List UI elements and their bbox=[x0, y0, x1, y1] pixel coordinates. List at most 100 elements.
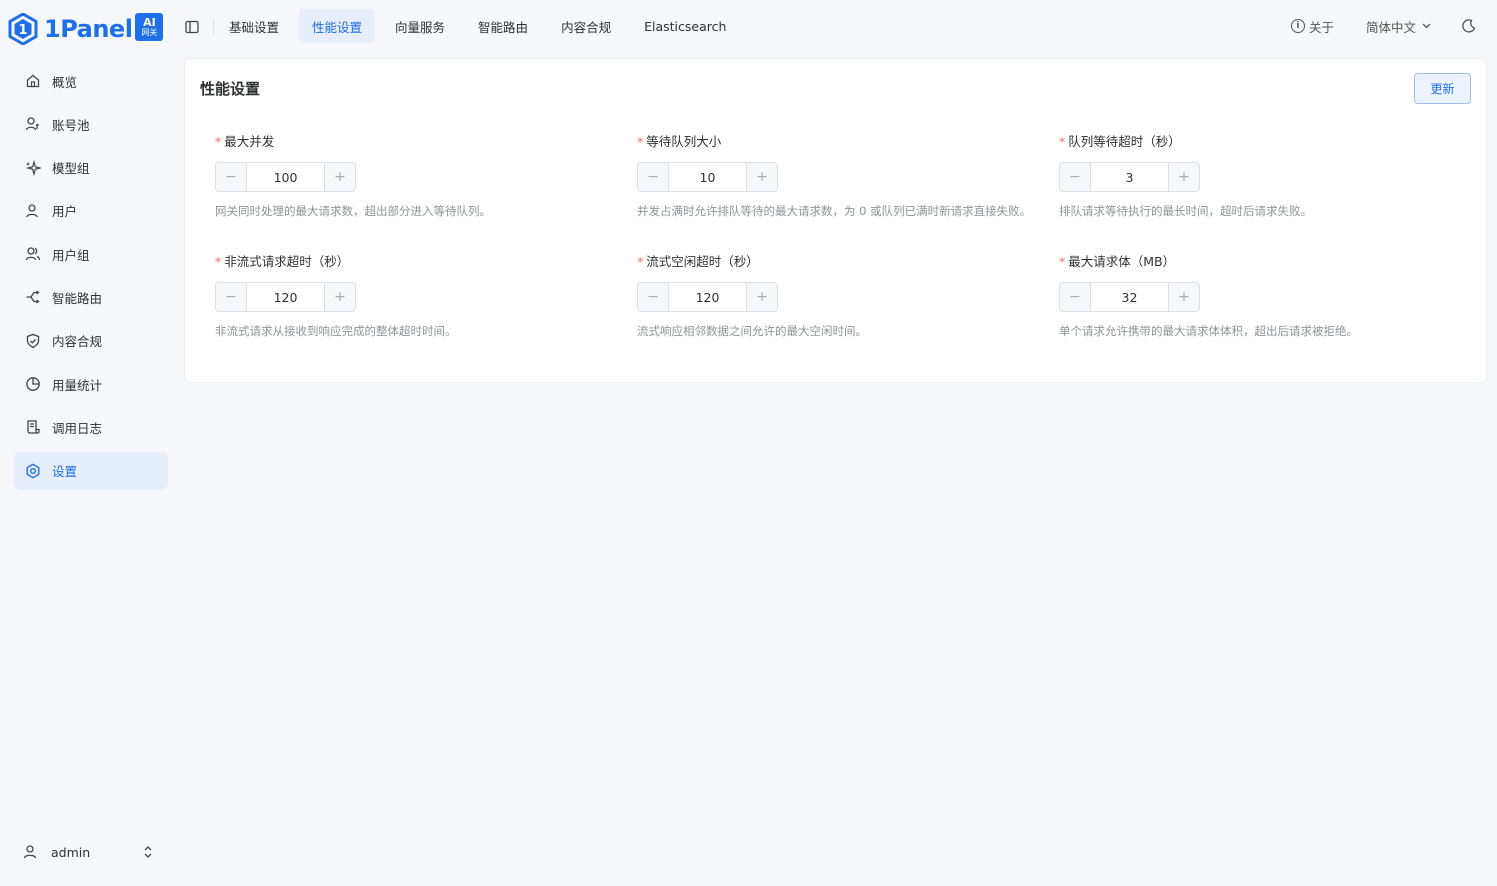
stepper-value[interactable]: 120 bbox=[669, 290, 746, 305]
max-concurrency-stepper[interactable]: − 100 + bbox=[215, 162, 356, 192]
sidebar-nav: 概览 账号池 模型组 用户 用户组 智能路由 内容合规 用量统计 调用日志 设置 bbox=[14, 62, 168, 495]
required-mark: * bbox=[215, 254, 222, 269]
field-max-request-body: * 最大请求体（MB） − 32 + 单个请求允许携带的最大请求体体积，超出后请求… bbox=[1059, 254, 1459, 340]
field-help-text: 并发占满时允许排队等待的最大请求数，为 0 或队列已满时新请求直接失败。 bbox=[637, 204, 1032, 218]
field-label: * 队列等待超时（秒） bbox=[1059, 134, 1459, 150]
language-select[interactable]: 简体中文 bbox=[1366, 17, 1431, 36]
tab-vector-service[interactable]: 向量服务 bbox=[382, 9, 458, 43]
field-label: * 最大并发 bbox=[215, 134, 615, 150]
user-avatar-icon bbox=[22, 844, 38, 860]
field-label-text: 最大请求体（MB） bbox=[1068, 254, 1176, 269]
stepper-value[interactable]: 10 bbox=[669, 170, 746, 185]
header-divider bbox=[213, 19, 214, 35]
sidebar-item-label: 账号池 bbox=[52, 117, 90, 133]
field-label-text: 最大并发 bbox=[224, 134, 275, 149]
user-name: admin bbox=[51, 844, 91, 860]
svg-text:1: 1 bbox=[18, 23, 27, 38]
queue-size-stepper[interactable]: − 10 + bbox=[637, 162, 778, 192]
queue-timeout-stepper[interactable]: − 3 + bbox=[1059, 162, 1200, 192]
increment-button[interactable]: + bbox=[1168, 163, 1199, 191]
users-icon bbox=[25, 246, 41, 262]
tab-content-compliance[interactable]: 内容合规 bbox=[548, 9, 624, 43]
home-icon bbox=[25, 73, 41, 89]
stepper-value[interactable]: 32 bbox=[1091, 290, 1168, 305]
language-label: 简体中文 bbox=[1365, 19, 1416, 35]
sidebar-item-label: 智能路由 bbox=[52, 290, 103, 306]
sidebar-item-label: 模型组 bbox=[52, 161, 90, 177]
user-menu[interactable]: admin bbox=[14, 834, 154, 870]
sidebar-item-content-compliance[interactable]: 内容合规 bbox=[14, 322, 168, 360]
update-button[interactable]: 更新 bbox=[1414, 73, 1471, 104]
sidebar-item-settings[interactable]: 设置 bbox=[14, 451, 168, 490]
field-label-text: 非流式请求超时（秒） bbox=[224, 254, 350, 269]
sidebar-item-model-group[interactable]: 模型组 bbox=[14, 149, 168, 187]
sidebar-item-account-pool[interactable]: 账号池 bbox=[14, 105, 168, 143]
field-label: * 等待队列大小 bbox=[637, 134, 1037, 150]
sparkles-icon bbox=[25, 159, 41, 176]
increment-button[interactable]: + bbox=[324, 283, 355, 311]
sidebar-item-smart-routing[interactable]: 智能路由 bbox=[14, 278, 168, 316]
pie-chart-icon bbox=[25, 376, 41, 392]
sidebar-item-label: 用量统计 bbox=[52, 377, 103, 393]
decrement-button[interactable]: − bbox=[638, 283, 669, 311]
sidebar-item-user-groups[interactable]: 用户组 bbox=[14, 235, 168, 273]
sidebar-item-label: 用户 bbox=[52, 204, 78, 220]
increment-button[interactable]: + bbox=[746, 163, 777, 191]
field-label-text: 流式空闲超时（秒） bbox=[646, 254, 759, 269]
sidebar-toggle-icon[interactable] bbox=[183, 18, 201, 36]
tab-basic-settings[interactable]: 基础设置 bbox=[216, 9, 292, 43]
sidebar-item-call-logs[interactable]: 调用日志 bbox=[14, 408, 168, 446]
increment-button[interactable]: + bbox=[1168, 283, 1199, 311]
decrement-button[interactable]: − bbox=[1060, 283, 1091, 311]
decrement-button[interactable]: − bbox=[216, 163, 247, 191]
sidebar-item-label: 调用日志 bbox=[52, 420, 103, 436]
increment-button[interactable]: + bbox=[746, 283, 777, 311]
gear-icon bbox=[25, 463, 41, 479]
field-label: * 最大请求体（MB） bbox=[1059, 254, 1459, 270]
stepper-value[interactable]: 120 bbox=[247, 290, 324, 305]
shield-check-icon bbox=[25, 333, 41, 349]
sidebar-item-overview[interactable]: 概览 bbox=[14, 62, 168, 100]
max-request-body-stepper[interactable]: − 32 + bbox=[1059, 282, 1200, 312]
brand-logo[interactable]: 1 1Panel AI 网关 bbox=[8, 11, 164, 47]
logo-hexagon-icon: 1 bbox=[8, 12, 38, 46]
decrement-button[interactable]: − bbox=[1060, 163, 1091, 191]
stepper-value[interactable]: 3 bbox=[1091, 170, 1168, 185]
field-label-text: 等待队列大小 bbox=[646, 134, 722, 149]
decrement-button[interactable]: − bbox=[216, 283, 247, 311]
sidebar-item-label: 概览 bbox=[52, 74, 78, 90]
field-help-text: 单个请求允许携带的最大请求体体积，超出后请求被拒绝。 bbox=[1059, 324, 1358, 338]
account-pool-icon bbox=[25, 116, 41, 132]
sidebar-item-usage-stats[interactable]: 用量统计 bbox=[14, 365, 168, 403]
chevrons-up-down-icon bbox=[142, 845, 154, 859]
chevron-down-icon bbox=[1422, 21, 1431, 32]
decrement-button[interactable]: − bbox=[638, 163, 669, 191]
brand-badge: AI 网关 bbox=[135, 13, 164, 41]
required-mark: * bbox=[1059, 134, 1066, 149]
sidebar-item-label: 用户组 bbox=[52, 247, 90, 263]
stream-idle-timeout-stepper[interactable]: − 120 + bbox=[637, 282, 778, 312]
brand-badge-line2: 网关 bbox=[141, 28, 158, 37]
user-icon bbox=[25, 203, 41, 219]
field-stream-idle-timeout: * 流式空闲超时（秒） − 120 + 流式响应相邻数据之间允许的最大空闲时间。 bbox=[637, 254, 1037, 340]
top-bar: 1 1Panel AI 网关 基础设置 性能设置 向量服务 智能路由 内容合规 … bbox=[0, 0, 1497, 54]
about-label: 关于 bbox=[1308, 19, 1334, 35]
non-stream-timeout-stepper[interactable]: − 120 + bbox=[215, 282, 356, 312]
required-mark: * bbox=[1059, 254, 1066, 269]
field-label-text: 队列等待超时（秒） bbox=[1068, 134, 1181, 149]
about-button[interactable]: i 关于 bbox=[1290, 17, 1334, 36]
required-mark: * bbox=[215, 134, 222, 149]
field-help-text: 流式响应相邻数据之间允许的最大空闲时间。 bbox=[637, 324, 867, 338]
increment-button[interactable]: + bbox=[324, 163, 355, 191]
field-help-text: 排队请求等待执行的最长时间，超时后请求失败。 bbox=[1059, 204, 1312, 218]
theme-moon-icon[interactable] bbox=[1461, 18, 1477, 34]
stepper-value[interactable]: 100 bbox=[247, 170, 324, 185]
info-icon: i bbox=[1290, 19, 1305, 33]
required-mark: * bbox=[637, 134, 644, 149]
tab-elasticsearch[interactable]: Elasticsearch bbox=[631, 9, 739, 43]
scroll-icon bbox=[25, 419, 41, 435]
sidebar-item-users[interactable]: 用户 bbox=[14, 192, 168, 230]
field-label: * 流式空闲超时（秒） bbox=[637, 254, 1037, 270]
tab-performance-settings[interactable]: 性能设置 bbox=[299, 9, 376, 43]
tab-smart-routing[interactable]: 智能路由 bbox=[465, 9, 541, 43]
